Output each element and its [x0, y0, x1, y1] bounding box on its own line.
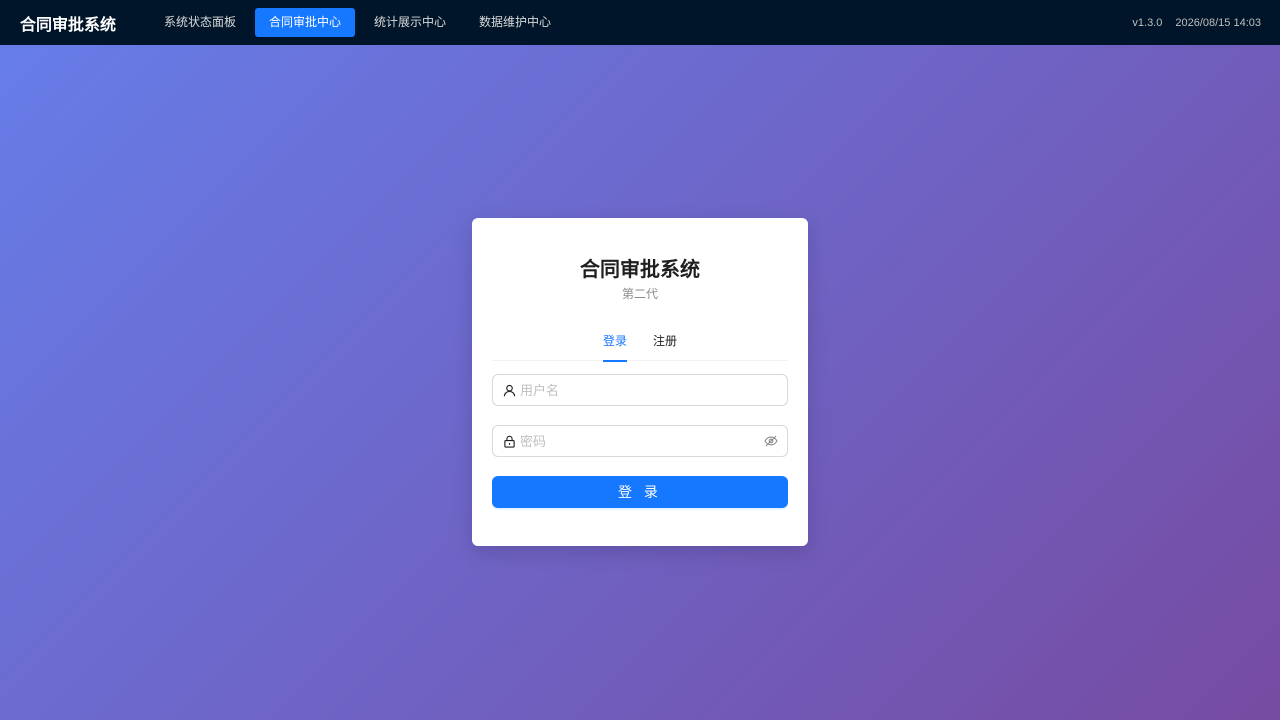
nav-item-data-maintenance[interactable]: 数据维护中心	[465, 8, 565, 37]
nav-item-system-status[interactable]: 系统状态面板	[150, 8, 250, 37]
topbar-meta: v1.3.0 2026/08/15 14:03	[1132, 17, 1261, 29]
login-card: 合同审批系统 第二代 登录 注册 用户名 登 录	[472, 218, 808, 546]
login-subtitle: 第二代	[621, 287, 658, 301]
tab-login[interactable]: 登录	[602, 331, 628, 362]
nav-item-contract-approval[interactable]: 合同审批中心	[255, 8, 356, 37]
username-input[interactable]	[520, 382, 778, 398]
version-label: v1.3.0	[1132, 16, 1163, 29]
username-field[interactable]	[492, 374, 788, 406]
login-button[interactable]: 登 录	[492, 476, 788, 508]
eye-invisible-icon[interactable]	[764, 434, 778, 448]
app-brand[interactable]: 合同审批系统	[20, 11, 137, 35]
password-input[interactable]	[520, 433, 764, 449]
main-nav: 系统状态面板 合同审批中心 统计展示中心 数据维护中心	[150, 8, 570, 37]
lock-icon	[502, 434, 516, 448]
nav-item-statistics[interactable]: 统计展示中心	[360, 8, 460, 37]
datetime-label: 2026/08/15 14:03	[1175, 16, 1261, 29]
password-field[interactable]	[492, 425, 788, 457]
user-icon	[502, 383, 516, 397]
tab-register[interactable]: 注册	[653, 331, 677, 361]
top-navbar: 合同审批系统 系统状态面板 合同审批中心 统计展示中心 数据维护中心 v1.3.…	[0, 0, 1280, 45]
login-title: 合同审批系统	[580, 259, 700, 281]
auth-tabs: 登录 注册	[492, 331, 788, 362]
